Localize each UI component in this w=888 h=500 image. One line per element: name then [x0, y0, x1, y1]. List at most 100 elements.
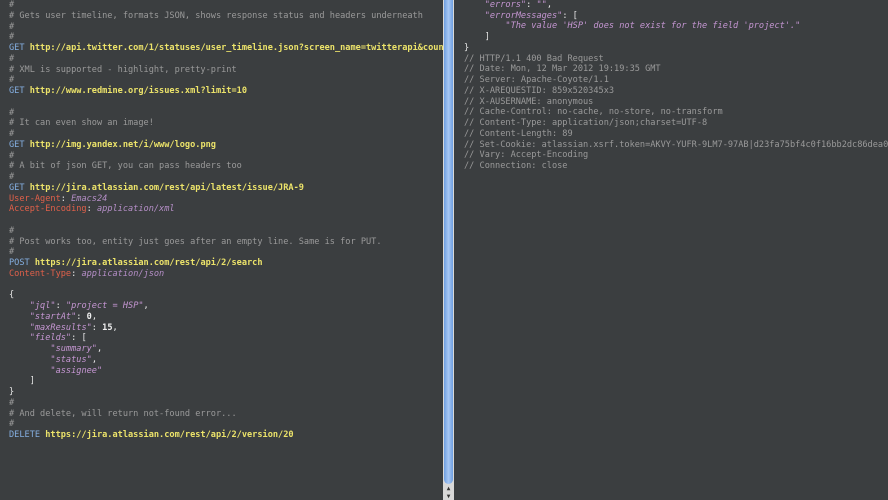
url: http://jira.atlassian.com/rest/api/lates… [29, 182, 304, 193]
json-string: "" [536, 0, 547, 10]
punctuation: } [464, 42, 470, 53]
code-line: // X-AREQUESTID: 859x520345x3 [464, 86, 888, 97]
http-method: POST [9, 258, 35, 268]
code-line: # [9, 129, 443, 140]
http-method: GET [9, 182, 30, 193]
comment: # Gets user timeline, formats JSON, show… [9, 10, 423, 21]
comment: // X-AREQUESTID: 859x520345x3 [464, 85, 615, 96]
code-line: # [9, 75, 443, 86]
code-line: // Cache-Control: no-cache, no-store, no… [464, 107, 888, 118]
punctuation [9, 323, 30, 333]
code-line: # [9, 22, 443, 33]
code-line: # [9, 54, 443, 65]
json-key: "jql" [29, 301, 56, 311]
response-buffer[interactable]: { "errors": "", "errorMessages": [ "The … [464, 0, 888, 172]
json-key: "maxResults" [29, 322, 92, 333]
punctuation: : [86, 204, 97, 215]
code-line: "errorMessages": [ [464, 11, 888, 22]
punctuation: , [143, 301, 149, 311]
code-line: # [9, 151, 443, 162]
punctuation: } [9, 387, 15, 397]
code-line: # A bit of json GET, you can pass header… [9, 161, 443, 172]
vertical-scrollbar[interactable]: ▲ ▼ [443, 0, 454, 500]
code-line: // Connection: close [464, 161, 888, 172]
code-line: // Server: Apache-Coyote/1.1 [464, 75, 888, 86]
code-line: } [9, 387, 443, 398]
url: http://api.twitter.com/1/statuses/user_t… [29, 43, 443, 53]
comment: // Server: Apache-Coyote/1.1 [464, 75, 609, 85]
code-line: // Content-Length: 89 [464, 129, 888, 140]
header-value: application/json [81, 268, 165, 279]
code-line: "startAt": 0, [9, 312, 443, 323]
header-name: Accept-Encoding [9, 204, 87, 215]
url: http://img.yandex.net/i/www/logo.png [29, 139, 216, 150]
punctuation: : [526, 0, 537, 10]
punctuation [9, 355, 50, 365]
json-key: "errorMessages" [484, 10, 563, 21]
http-method: GET [9, 43, 30, 53]
punctuation: : [91, 322, 103, 333]
comment: # And delete, will return not-found erro… [9, 408, 237, 419]
comment: # [9, 0, 15, 10]
http-method: DELETE [9, 430, 46, 440]
comment: # [9, 75, 15, 86]
punctuation [9, 366, 50, 376]
code-line: // X-AUSERNAME: anonymous [464, 97, 888, 108]
punctuation [9, 312, 30, 322]
code-line: "maxResults": 15, [9, 323, 443, 334]
code-line: # [9, 226, 443, 237]
punctuation: : [ [562, 10, 578, 21]
code-line: DELETE https://jira.atlassian.com/rest/a… [9, 430, 443, 441]
comment: # [9, 397, 15, 408]
json-key: "startAt" [29, 311, 77, 322]
comment: // Vary: Accept-Encoding [464, 150, 589, 161]
request-editor-pane[interactable]: # # Gets user timeline, formats JSON, sho… [0, 0, 443, 500]
code-line: # [9, 398, 443, 409]
comment: # [9, 225, 15, 236]
comment: # XML is supported - highlight, pretty-p… [9, 64, 237, 75]
scrollbar-thumb[interactable] [444, 0, 453, 484]
scroll-down-arrow-icon[interactable]: ▼ [445, 493, 452, 500]
code-line: # [9, 172, 443, 183]
punctuation [464, 21, 505, 31]
comment: # A bit of json GET, you can pass header… [9, 161, 242, 172]
header-value: application/xml [96, 204, 175, 215]
code-line: # [9, 32, 443, 43]
punctuation [464, 11, 485, 21]
code-line: GET http://www.redmine.org/issues.xml?li… [9, 86, 443, 97]
code-line: GET http://img.yandex.net/i/www/logo.png [9, 140, 443, 151]
code-line: ] [464, 32, 888, 43]
punctuation: , [91, 354, 97, 365]
punctuation: ] [9, 376, 35, 387]
comment: // Connection: close [464, 161, 568, 171]
punctuation [9, 344, 50, 354]
code-line: # [9, 247, 443, 258]
scroll-up-arrow-icon[interactable]: ▲ [445, 485, 452, 492]
comment: # [9, 32, 15, 43]
punctuation: : [55, 301, 66, 311]
json-string: "status" [50, 354, 92, 365]
code-line: } [464, 43, 888, 54]
json-key: "errors" [484, 0, 527, 10]
comment: // Content-Length: 89 [464, 128, 573, 139]
code-line: # And delete, will return not-found erro… [9, 409, 443, 420]
comment: # [9, 21, 15, 32]
comment: // Cache-Control: no-cache, no-store, no… [464, 107, 723, 118]
request-buffer[interactable]: # # Gets user timeline, formats JSON, sho… [9, 0, 443, 441]
comment: # It can even show an image! [9, 118, 154, 129]
code-line: # XML is supported - highlight, pretty-p… [9, 65, 443, 76]
json-string: "assignee" [50, 365, 103, 376]
json-string: "summary" [50, 344, 97, 354]
code-line: # It can even show an image! [9, 118, 443, 129]
punctuation: : [71, 268, 82, 279]
response-pane[interactable]: { "errors": "", "errorMessages": [ "The … [454, 0, 888, 500]
comment: # Post works too, entity just goes after… [9, 236, 382, 247]
code-line: # [9, 0, 443, 11]
punctuation [9, 301, 30, 311]
comment: // Content-Type: application/json;charse… [464, 118, 708, 128]
code-line: // Set-Cookie: atlassian.xsrf.token=AKVY… [464, 140, 888, 151]
comment: # [9, 107, 15, 118]
code-line: // Content-Type: application/json;charse… [464, 118, 888, 129]
code-line: // Date: Mon, 12 Mar 2012 19:19:35 GMT [464, 64, 888, 75]
